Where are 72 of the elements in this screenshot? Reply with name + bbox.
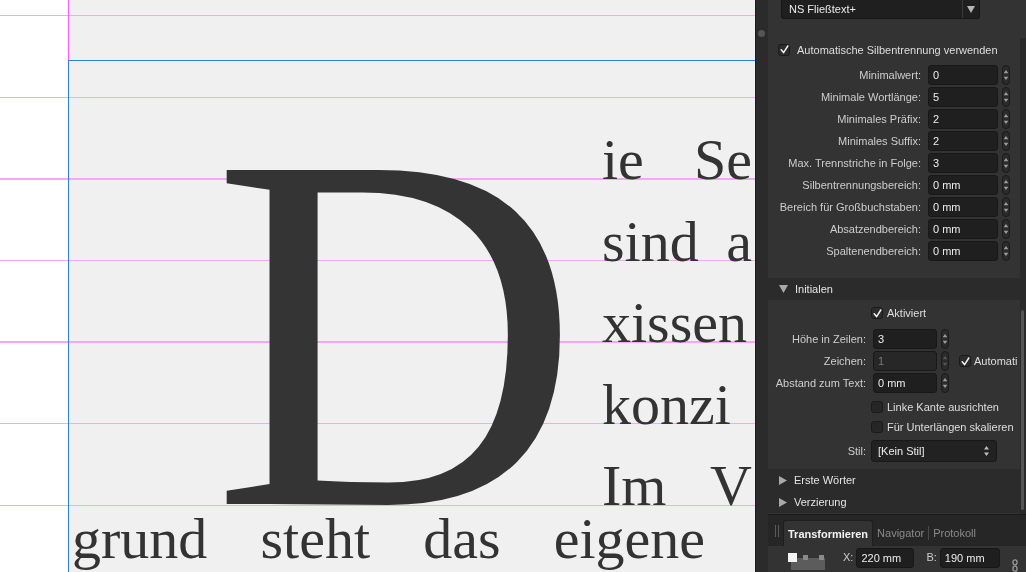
caret-down-icon [967,5,975,13]
checkbox[interactable] [871,401,883,413]
panel-tab[interactable]: Navigator [873,520,929,546]
field-label: Minimale Wortlänge: [819,91,921,103]
chain-link-icon[interactable] [1011,559,1018,572]
checkmark-icon [779,45,789,54]
number-field[interactable]: 0 mm [928,219,998,239]
number-field[interactable]: 3 [928,153,998,173]
section-header[interactable]: Verzierung [768,491,1020,513]
checkmark-icon [872,308,882,318]
field-label: Spaltenendbereich: [825,245,921,257]
number-field[interactable]: 190 mm [939,548,1000,568]
field-label: Abstand zum Text: [774,377,866,389]
number-field[interactable]: 0 [928,65,998,85]
field-label: Bereich für Großbuchstaben: [778,201,921,213]
number-field[interactable]: 0 mm [928,197,998,217]
number-field[interactable]: 0 mm [873,373,937,393]
section-header[interactable]: Erste Wörter [768,469,1020,491]
field-label: B: [926,551,937,563]
updown-arrows-icon [984,446,989,456]
stepper-icon[interactable] [1002,109,1010,129]
stepper-icon[interactable] [941,329,949,349]
stepper-icon[interactable] [1002,175,1010,195]
text-line: ie Se [602,126,752,194]
field-label: Minimalwert: [858,69,921,81]
checkmark-icon [960,356,970,366]
stepper-icon[interactable] [941,373,949,393]
field-label: Max. Trennstriche in Folge: [787,157,921,169]
text-line: konzi [602,370,732,439]
scrollbar-thumb[interactable] [1021,310,1024,510]
stepper-icon[interactable] [1002,131,1010,151]
checkbox[interactable] [778,43,790,56]
field-label: Stil: [846,445,866,457]
style-select[interactable]: [Kein Stil] [871,440,997,462]
panel-tab[interactable]: Transformieren [783,520,874,546]
stepper-icon[interactable] [1002,153,1010,173]
text-line: Im V [602,452,752,511]
text-line: sind a [602,207,752,276]
text-line: xissen [602,289,748,357]
stepper-icon[interactable] [1002,241,1010,261]
stepper-icon[interactable] [1002,65,1010,85]
checkbox[interactable] [871,421,883,433]
number-field[interactable]: 3 [873,329,937,349]
stepper-icon[interactable] [1002,87,1010,107]
drop-cap: D [212,154,581,511]
handle-dot-icon[interactable] [758,30,765,37]
number-field[interactable]: 2 [928,109,998,129]
field-label: Silbentrennungsbereich: [801,179,921,191]
checkbox[interactable] [871,307,883,319]
field-label: Absatzendbereich: [828,223,921,235]
checkbox-label: Für Unterlängen skalieren [887,421,1014,433]
panel-tab[interactable]: Protokoll [928,526,980,540]
grip-icon[interactable] [775,525,779,537]
stepper-icon[interactable] [1002,197,1010,217]
number-field[interactable]: 0 mm [928,175,998,195]
field-label: X: [843,551,854,563]
checkbox-label: Automatische Silbentrennung verwenden [797,43,998,56]
checkbox-label: Automati [974,355,1018,367]
checkbox-label: Aktiviert [887,307,927,319]
number-field[interactable]: 5 [928,87,998,107]
number-field[interactable]: 0 mm [928,241,998,261]
style-dropdown[interactable]: NS Fließtext+ [781,0,980,19]
number-field[interactable]: 2 [928,131,998,151]
number-field[interactable]: 220 mm [856,548,915,568]
field-label: Minimales Präfix: [836,113,921,125]
section-header[interactable]: Initialen [768,278,1020,300]
field-label: Zeichen: [822,355,866,367]
field-label: Minimales Suffix: [837,135,921,147]
field-label: Höhe in Zeilen: [791,333,866,345]
anchor-grid-icon[interactable] [788,552,825,570]
checkbox-label: Linke Kante ausrichten [887,401,999,413]
stepper-icon[interactable] [1002,219,1010,239]
